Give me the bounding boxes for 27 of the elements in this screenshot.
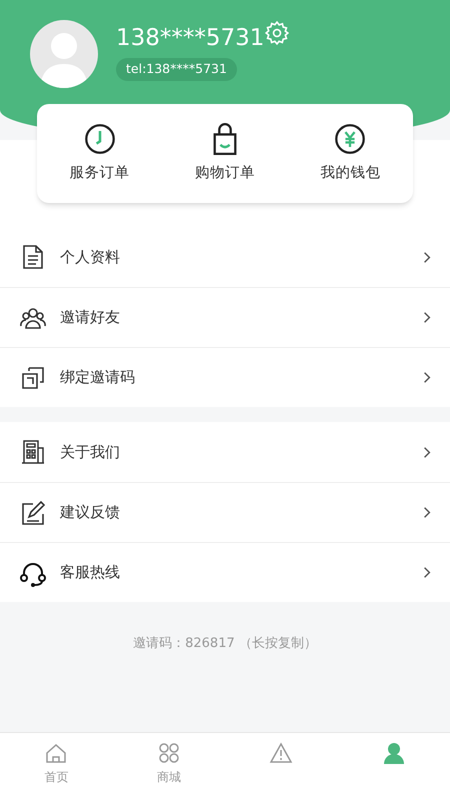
settings-icon[interactable] <box>264 20 290 46</box>
chevron-right-icon <box>423 250 431 264</box>
shortcut-button[interactable]: 我的钱包 <box>288 104 413 203</box>
chevron-right-icon <box>423 506 431 519</box>
grid-icon <box>156 741 181 765</box>
invite-code-text: 邀请码：826817 （长按复制） <box>133 635 317 653</box>
user-phone: 138****5731 <box>116 24 264 53</box>
shortcut-button[interactable]: 服务订单 <box>37 104 162 203</box>
chevron-right-icon <box>423 446 431 458</box>
building-icon <box>19 438 47 466</box>
triangle-icon <box>269 741 294 765</box>
menu-item[interactable]: 客服热线 <box>0 542 450 602</box>
shortcut-button[interactable]: 购物订单 <box>162 104 288 203</box>
yen-coin-icon <box>334 122 366 155</box>
menu-item[interactable]: 建议反馈 <box>0 482 450 542</box>
person-icon <box>382 741 406 765</box>
menu-item[interactable]: 绑定邀请码 <box>0 347 450 407</box>
chevron-right-icon <box>423 311 431 324</box>
chevron-right-icon <box>423 566 431 579</box>
tel-badge: tel:138****5731 <box>116 58 237 81</box>
menu-item[interactable]: 关于我们 <box>0 422 450 482</box>
edit-icon <box>19 498 47 526</box>
menu-item[interactable]: 个人资料 <box>0 227 450 287</box>
menu-item[interactable]: 邀请好友 <box>0 287 450 347</box>
chevron-right-icon <box>423 371 431 384</box>
clock-icon <box>84 122 116 155</box>
home-icon <box>44 741 68 765</box>
